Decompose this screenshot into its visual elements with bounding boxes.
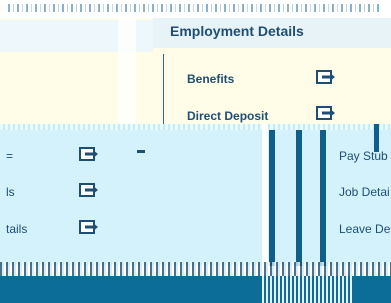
left-top-panel [0, 18, 153, 124]
left-item-3[interactable]: tails [6, 222, 27, 236]
right-item-3[interactable]: Leave De [339, 222, 390, 236]
left-item-2[interactable]: ls [6, 185, 15, 199]
benefits-arrow-icon[interactable] [316, 69, 336, 85]
main-band-tick [137, 150, 145, 153]
footer-noise [0, 262, 391, 276]
main-band-bar-4 [374, 124, 379, 152]
left-top-stripe [118, 18, 136, 124]
left-item-1[interactable]: = [6, 149, 13, 163]
benefits-link[interactable]: Benefits [187, 72, 234, 86]
main-band-bar-1 [269, 130, 275, 266]
left-item-2-arrow-icon[interactable] [79, 182, 99, 198]
main-band-bar-2 [296, 130, 302, 266]
right-item-1[interactable]: Pay Stub [339, 149, 388, 163]
main-band-bar-3 [320, 130, 326, 266]
left-item-3-arrow-icon[interactable] [79, 219, 99, 235]
direct-deposit-arrow-icon[interactable] [316, 105, 336, 121]
employment-title: Employment Details [170, 23, 304, 39]
right-item-2[interactable]: Job Detai [339, 185, 390, 199]
employment-divider [163, 54, 164, 124]
footer-whitebars [262, 276, 352, 303]
top-strip [0, 0, 391, 18]
footer-band [0, 276, 391, 303]
top-strip-noise [8, 4, 382, 12]
left-item-1-arrow-icon[interactable] [79, 146, 99, 162]
main-band [0, 124, 391, 266]
main-band-gap [262, 124, 268, 266]
main-band-top-noise [0, 124, 391, 130]
direct-deposit-link[interactable]: Direct Deposit [187, 109, 268, 123]
